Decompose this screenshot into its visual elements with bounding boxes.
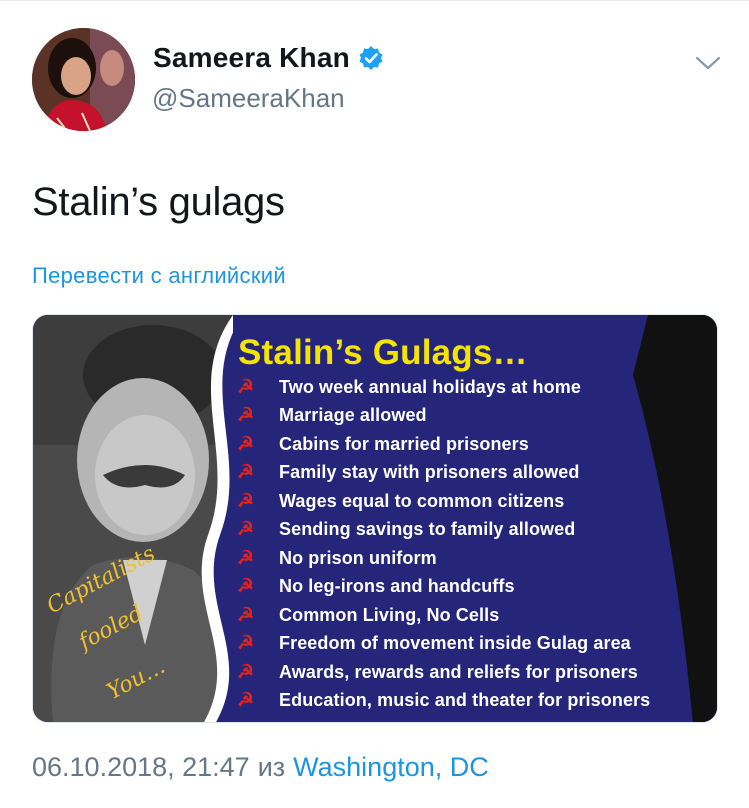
gulag-list-text: Cabins for married prisoners bbox=[279, 433, 529, 454]
user-handle[interactable]: @SameeraKhan bbox=[152, 83, 345, 114]
tweet-text: Stalin’s gulags bbox=[32, 180, 285, 224]
hammer-sickle-icon: ☭ bbox=[237, 633, 255, 655]
gulag-list-text: Education, music and theater for prisone… bbox=[279, 690, 651, 711]
translate-link[interactable]: Перевести с английский bbox=[32, 263, 286, 289]
hammer-sickle-icon: ☭ bbox=[237, 433, 255, 455]
gulag-list-item: ☭ No prison uniform bbox=[237, 544, 650, 573]
hammer-sickle-icon: ☭ bbox=[237, 519, 255, 541]
timestamp[interactable]: 06.10.2018, 21:47 bbox=[32, 752, 250, 783]
hammer-sickle-icon: ☭ bbox=[237, 604, 255, 626]
gulag-list-item: ☭ Freedom of movement inside Gulag area bbox=[237, 630, 650, 659]
gulag-list-item: ☭ Marriage allowed bbox=[237, 402, 650, 431]
gulag-list-text: Awards, rewards and reliefs for prisoner… bbox=[279, 661, 638, 682]
hammer-sickle-icon: ☭ bbox=[237, 490, 255, 512]
gulag-list-text: Wages equal to common citizens bbox=[279, 490, 565, 511]
gulag-list-item: ☭ Education, music and theater for prison… bbox=[237, 687, 650, 716]
hammer-sickle-icon: ☭ bbox=[237, 376, 255, 398]
hammer-sickle-icon: ☭ bbox=[237, 661, 255, 683]
gulag-list-text: Sending savings to family allowed bbox=[279, 519, 576, 540]
gulag-list-item: ☭ Common Living, No Cells bbox=[237, 601, 650, 630]
hammer-sickle-icon: ☭ bbox=[237, 547, 255, 569]
gulag-list-text: Two week annual holidays at home bbox=[279, 376, 581, 397]
location-link[interactable]: Washington, DC bbox=[293, 752, 489, 783]
display-name[interactable]: Sameera Khan bbox=[153, 42, 350, 74]
gulag-list-item: ☭ No leg-irons and handcuffs bbox=[237, 573, 650, 602]
gulag-list-item: ☭ Family stay with prisoners allowed bbox=[237, 459, 650, 488]
gulag-list-item: ☭ Sending savings to family allowed bbox=[237, 516, 650, 545]
hammer-sickle-icon: ☭ bbox=[237, 690, 255, 712]
gulag-list-item: ☭ Two week annual holidays at home bbox=[237, 373, 650, 402]
top-divider bbox=[0, 0, 749, 1]
gulag-list: ☭ Two week annual holidays at home ☭ Marria… bbox=[237, 373, 650, 715]
media-title: Stalin’s Gulags… bbox=[238, 333, 528, 372]
from-label: из bbox=[257, 752, 286, 782]
gulag-list-item: ☭ Wages equal to common citizens bbox=[237, 487, 650, 516]
gulag-list-text: Family stay with prisoners allowed bbox=[279, 462, 580, 483]
hammer-sickle-icon: ☭ bbox=[237, 405, 255, 427]
hammer-sickle-icon: ☭ bbox=[237, 576, 255, 598]
chevron-down-icon[interactable] bbox=[694, 52, 722, 74]
gulag-list-text: Marriage allowed bbox=[279, 405, 427, 426]
gulag-list-item: ☭ Awards, rewards and reliefs for prisone… bbox=[237, 658, 650, 687]
tweet-meta: 06.10.2018, 21:47 из Washington, DC bbox=[32, 752, 489, 783]
tweet-image[interactable]: Stalin’s Gulags… ☭ Two week annual holida… bbox=[32, 314, 718, 723]
verified-badge-icon bbox=[358, 45, 384, 71]
avatar[interactable] bbox=[32, 28, 135, 131]
gulag-list-item: ☭ Cabins for married prisoners bbox=[237, 430, 650, 459]
hammer-sickle-icon: ☭ bbox=[237, 462, 255, 484]
gulag-list-text: No leg-irons and handcuffs bbox=[279, 576, 515, 597]
gulag-list-text: Common Living, No Cells bbox=[279, 604, 500, 625]
gulag-list-text: No prison uniform bbox=[279, 547, 437, 568]
gulag-list-text: Freedom of movement inside Gulag area bbox=[279, 633, 631, 654]
